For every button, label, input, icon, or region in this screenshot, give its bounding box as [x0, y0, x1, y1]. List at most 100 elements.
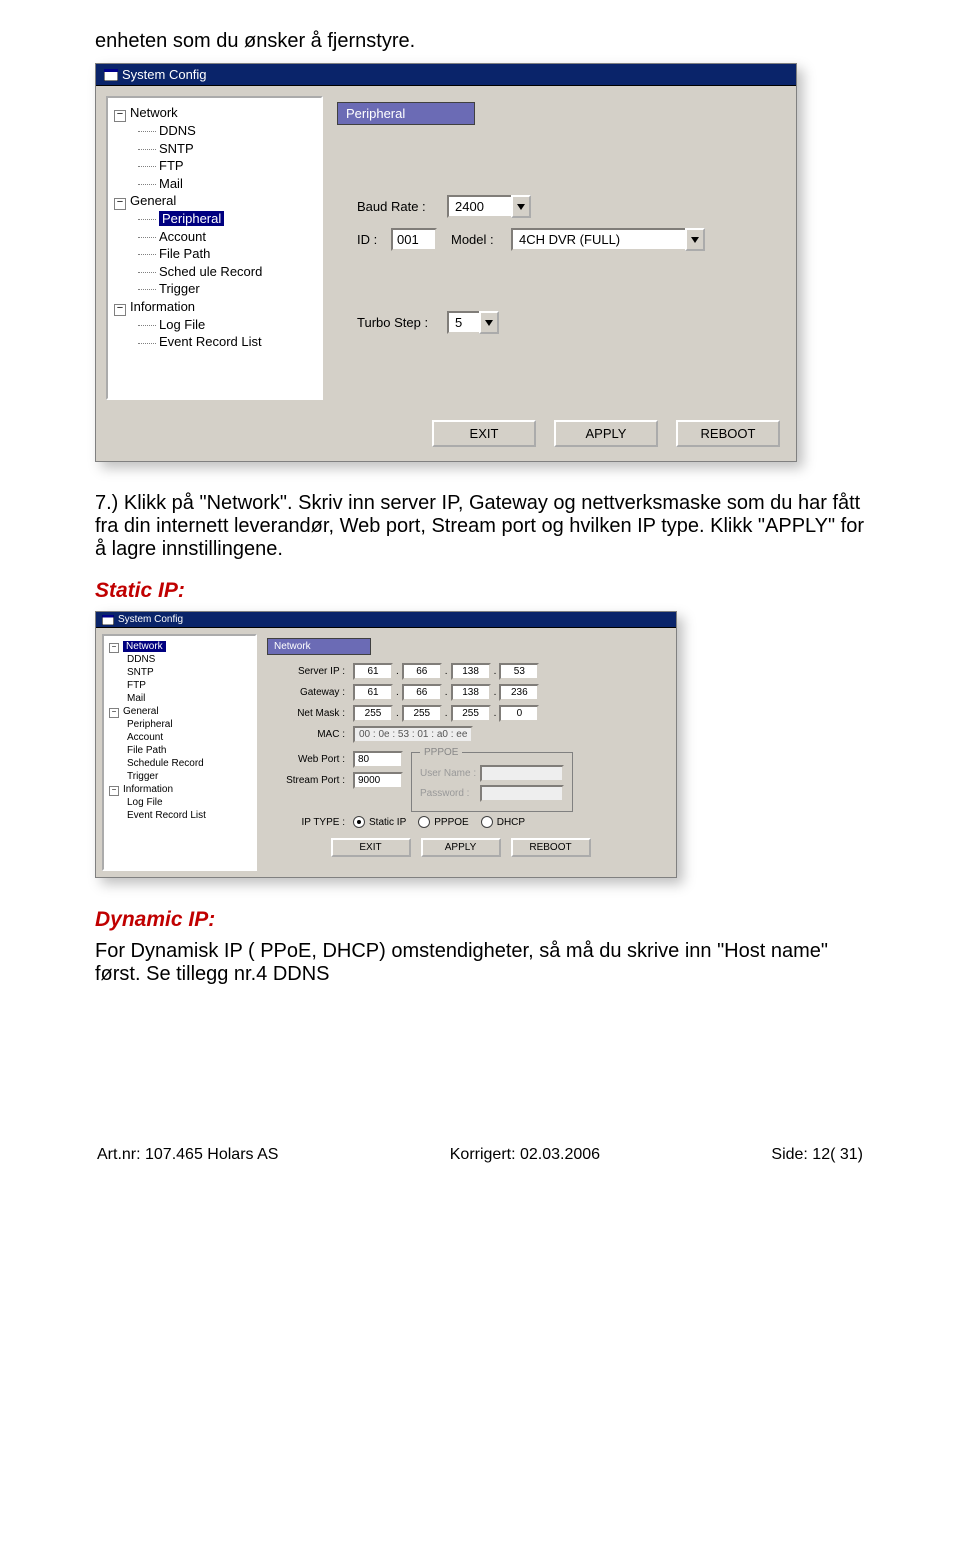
pppoe-pass-label: Password :: [420, 788, 480, 799]
collapse-icon[interactable]: −: [114, 110, 126, 122]
gateway-3[interactable]: 236: [499, 684, 539, 701]
tree-item-log-file[interactable]: Log File: [107, 796, 252, 809]
gateway-1[interactable]: 66: [402, 684, 442, 701]
tree-item-general[interactable]: −General: [112, 192, 317, 210]
tree-item-event-record-list[interactable]: Event Record List: [112, 333, 317, 351]
tree-item-account[interactable]: Account: [107, 731, 252, 744]
exit-button[interactable]: EXIT: [331, 838, 411, 857]
netmask-label: Net Mask :: [275, 708, 353, 719]
stream-port-label: Stream Port :: [275, 775, 353, 786]
collapse-icon[interactable]: −: [109, 643, 119, 653]
tree-item-information[interactable]: −Information: [107, 783, 252, 796]
tree-item-file-path[interactable]: File Path: [112, 245, 317, 263]
turbo-step-label: Turbo Step :: [357, 315, 447, 330]
tree-item-peripheral[interactable]: Peripheral: [107, 718, 252, 731]
pppoe-legend: PPPOE: [420, 747, 462, 758]
tree-item-sntp[interactable]: SNTP: [107, 666, 252, 679]
gateway-label: Gateway :: [275, 687, 353, 698]
pppoe-user-label: User Name :: [420, 768, 480, 779]
footer-right: Side: 12( 31): [771, 1146, 863, 1164]
server-ip-1[interactable]: 66: [402, 663, 442, 680]
collapse-icon[interactable]: −: [114, 198, 126, 210]
collapse-icon[interactable]: −: [109, 786, 119, 796]
chevron-down-icon[interactable]: [685, 228, 705, 251]
gateway-0[interactable]: 61: [353, 684, 393, 701]
turbo-step-select[interactable]: 5: [447, 311, 499, 334]
stream-port-input[interactable]: [353, 772, 403, 789]
ip-type-dhcp-radio[interactable]: DHCP: [481, 816, 525, 828]
window-icon: [102, 615, 114, 625]
network-panel: Network Server IP : 61. 66. 138. 53 Gate…: [257, 634, 670, 871]
baud-rate-label: Baud Rate :: [357, 199, 447, 214]
apply-button[interactable]: APPLY: [554, 420, 658, 447]
id-label: ID :: [357, 232, 391, 247]
chevron-down-icon[interactable]: [479, 311, 499, 334]
collapse-icon[interactable]: −: [109, 708, 119, 718]
tree-item-mail[interactable]: Mail: [107, 692, 252, 705]
server-ip-2[interactable]: 138: [451, 663, 491, 680]
system-config-dialog-network: System Config −Network DDNS SNTP FTP Mai…: [95, 611, 677, 878]
reboot-button[interactable]: REBOOT: [511, 838, 591, 857]
tree-item-network[interactable]: −Network: [112, 104, 317, 122]
tree-item-sntp[interactable]: SNTP: [112, 140, 317, 158]
tree-item-general[interactable]: −General: [107, 705, 252, 718]
static-ip-heading: Static IP:: [95, 579, 865, 603]
tree-panel[interactable]: −Network DDNS SNTP FTP Mail −General Per…: [106, 96, 323, 400]
tree-item-ddns[interactable]: DDNS: [107, 653, 252, 666]
tree-item-ftp[interactable]: FTP: [107, 679, 252, 692]
window-icon: [104, 69, 118, 81]
pppoe-group: PPPOE User Name : Password :: [411, 747, 573, 812]
reboot-button[interactable]: REBOOT: [676, 420, 780, 447]
document-page: enheten som du ønsker å fjernstyre. Syst…: [0, 0, 960, 1184]
chevron-down-icon[interactable]: [511, 195, 531, 218]
collapse-icon[interactable]: −: [114, 304, 126, 316]
netmask-0[interactable]: 255: [353, 705, 393, 722]
tree-item-peripheral[interactable]: Peripheral: [112, 210, 317, 228]
tree-item-ftp[interactable]: FTP: [112, 157, 317, 175]
netmask-1[interactable]: 255: [402, 705, 442, 722]
tree-item-account[interactable]: Account: [112, 228, 317, 246]
tree-item-log-file[interactable]: Log File: [112, 316, 317, 334]
model-label: Model :: [437, 232, 511, 247]
tree-panel[interactable]: −Network DDNS SNTP FTP Mail −General Per…: [102, 634, 257, 871]
page-footer: Art.nr: 107.465 Holars AS Korrigert: 02.…: [95, 1146, 865, 1164]
netmask-3[interactable]: 0: [499, 705, 539, 722]
web-port-label: Web Port :: [275, 754, 353, 765]
tree-item-trigger[interactable]: Trigger: [107, 770, 252, 783]
window-title: System Config: [118, 614, 183, 625]
footer-center: Korrigert: 02.03.2006: [450, 1146, 600, 1164]
body-text-3: For Dynamisk IP ( PPoE, DHCP) omstendigh…: [95, 940, 865, 986]
tree-item-file-path[interactable]: File Path: [107, 744, 252, 757]
body-text-2: 7.) Klikk på "Network". Skriv inn server…: [95, 492, 865, 561]
system-config-dialog-peripheral: System Config −Network DDNS SNTP FTP Mai…: [95, 63, 797, 462]
server-ip-3[interactable]: 53: [499, 663, 539, 680]
tree-item-event-record-list[interactable]: Event Record List: [107, 809, 252, 822]
ip-type-label: IP TYPE :: [275, 817, 353, 828]
model-select[interactable]: 4CH DVR (FULL): [511, 228, 705, 251]
tree-item-information[interactable]: −Information: [112, 298, 317, 316]
server-ip-0[interactable]: 61: [353, 663, 393, 680]
ip-type-static-radio[interactable]: Static IP: [353, 816, 406, 828]
tree-item-ddns[interactable]: DDNS: [112, 122, 317, 140]
netmask-2[interactable]: 255: [451, 705, 491, 722]
mac-value: 00 : 0e : 53 : 01 : a0 : ee: [353, 726, 473, 743]
ip-type-pppoe-radio[interactable]: PPPOE: [418, 816, 468, 828]
id-input[interactable]: [391, 228, 437, 251]
web-port-input[interactable]: [353, 751, 403, 768]
tree-item-schedule-record[interactable]: Sched ule Record: [112, 263, 317, 281]
window-title: System Config: [122, 67, 207, 82]
apply-button[interactable]: APPLY: [421, 838, 501, 857]
tree-item-trigger[interactable]: Trigger: [112, 280, 317, 298]
server-ip-label: Server IP :: [275, 666, 353, 677]
section-title: Network: [267, 638, 371, 655]
tree-item-mail[interactable]: Mail: [112, 175, 317, 193]
baud-rate-select[interactable]: 2400: [447, 195, 531, 218]
titlebar: System Config: [96, 612, 676, 628]
tree-item-network[interactable]: −Network: [107, 640, 252, 653]
pppoe-user-input: [480, 765, 564, 782]
exit-button[interactable]: EXIT: [432, 420, 536, 447]
button-bar: EXIT APPLY REBOOT: [267, 832, 664, 867]
titlebar: System Config: [96, 64, 796, 86]
gateway-2[interactable]: 138: [451, 684, 491, 701]
tree-item-schedule-record[interactable]: Schedule Record: [107, 757, 252, 770]
